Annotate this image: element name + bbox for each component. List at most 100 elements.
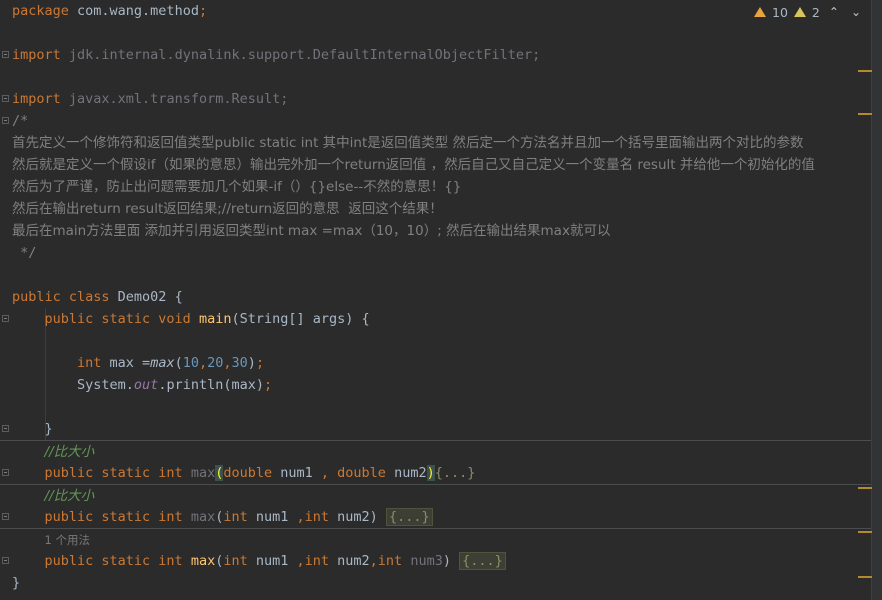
code-token: ; (198, 3, 208, 19)
code-token: public class (12, 289, 118, 305)
code-text: 最后在main方法里面 添加并引用返回类型int max =max（10，10）… (12, 220, 610, 242)
code-line[interactable]: */ (0, 242, 872, 264)
fold-toggle-icon[interactable] (2, 513, 9, 520)
code-token: double (223, 465, 281, 481)
code-text: int max =max(10,20,30); (12, 352, 264, 374)
code-token: num1 (255, 509, 297, 525)
code-line[interactable]: //比大小 (0, 440, 872, 463)
code-line[interactable] (0, 330, 872, 352)
code-line[interactable]: int max =max(10,20,30); (0, 352, 872, 374)
code-line[interactable]: //比大小 (0, 484, 872, 507)
error-stripe-marker[interactable] (858, 531, 872, 533)
code-text: import javax.xml.transform.Result; (12, 88, 288, 110)
next-highlight-chevron-down-icon[interactable]: ⌄ (848, 5, 864, 19)
code-token: num1 (255, 553, 297, 569)
error-stripe-marker[interactable] (858, 487, 872, 489)
code-token: num2 (394, 465, 427, 481)
code-text: 然后为了严谨，防止出问题需要加几个如果-if（）{}else--不然的意思！{} (12, 176, 461, 198)
previous-highlight-chevron-up-icon[interactable]: ⌃ (826, 5, 842, 19)
code-line[interactable]: public class Demo02 { (0, 286, 872, 308)
fold-toggle-icon[interactable] (2, 51, 9, 58)
code-line[interactable]: 然后为了严谨，防止出问题需要加几个如果-if（）{}else--不然的意思！{} (0, 176, 872, 198)
code-token: .println(max) (158, 377, 264, 393)
code-token: } (12, 421, 53, 437)
weak-warning-icon (793, 7, 806, 17)
folded-block[interactable]: {...} (435, 465, 476, 481)
code-token: 30 (231, 355, 248, 371)
fold-toggle-icon[interactable] (2, 315, 9, 322)
code-line[interactable]: package com.wang.method; (0, 0, 872, 22)
code-editor[interactable]: package com.wang.method; import jdk.inter… (0, 0, 872, 600)
code-line[interactable]: 然后就是定义一个假设if（如果的意思）输出完外加一个return返回值 ，然后自… (0, 154, 872, 176)
code-text: 然后在输出return result返回结果;//return返回的意思 返回这… (12, 198, 443, 220)
code-token: max (150, 355, 175, 371)
fold-toggle-icon[interactable] (2, 425, 9, 432)
code-token: 首先定义一个修饰符和返回值类型public static int 其中int是返… (12, 135, 804, 151)
folded-block[interactable]: {...} (459, 552, 506, 570)
code-token: public static void (44, 311, 199, 327)
code-token: , (198, 355, 208, 371)
code-token: 最后在main方法里面 添加并引用返回类型int max =max（10，10）… (12, 223, 611, 239)
code-line[interactable]: public static int max(int num1 ,int num2… (0, 550, 872, 572)
code-token: ; (263, 377, 273, 393)
code-token: num1 (280, 465, 321, 481)
code-line[interactable]: /* (0, 110, 872, 132)
code-token: jdk.internal.dynalink.support.DefaultInt… (68, 47, 541, 63)
code-text: public static void main(String[] args) { (12, 308, 370, 330)
editor-scrollbar[interactable] (871, 0, 882, 600)
code-line[interactable]: 然后在输出return result返回结果;//return返回的意思 返回这… (0, 198, 872, 220)
code-token: ; (255, 355, 265, 371)
code-token: 10 (182, 355, 199, 371)
fold-toggle-icon[interactable] (2, 95, 9, 102)
code-line[interactable]: 1 个用法 (0, 528, 872, 551)
code-token: max (190, 509, 216, 525)
code-line[interactable]: public static int max(int num1 ,int num2… (0, 506, 872, 528)
code-line[interactable]: } (0, 418, 872, 440)
fold-toggle-icon[interactable] (2, 557, 9, 564)
code-token: ) (247, 355, 256, 371)
code-text: 然后就是定义一个假设if（如果的意思）输出完外加一个return返回值 ，然后自… (12, 154, 815, 176)
code-token: ,int (296, 509, 338, 525)
code-line[interactable]: 最后在main方法里面 添加并引用返回类型int max =max（10，10）… (0, 220, 872, 242)
code-line[interactable]: System.out.println(max); (0, 374, 872, 396)
code-token: //比大小 (44, 444, 95, 460)
code-token: System. (12, 377, 134, 393)
code-line[interactable]: public static int max(double num1 , doub… (0, 462, 872, 484)
code-token: , double (320, 465, 395, 481)
code-line[interactable]: 首先定义一个修饰符和返回值类型public static int 其中int是返… (0, 132, 872, 154)
code-token: out (133, 377, 159, 393)
fold-toggle-icon[interactable] (2, 469, 9, 476)
inspection-widget[interactable]: 10 2 ⌃ ⌄ (754, 2, 864, 22)
error-stripe-marker[interactable] (858, 576, 872, 578)
warning-count: 10 (772, 4, 788, 20)
code-token: 1 个用法 (44, 533, 90, 547)
folded-block[interactable]: {...} (385, 508, 433, 526)
code-line[interactable] (0, 66, 872, 88)
code-line[interactable]: } (0, 572, 872, 594)
code-token: num2 (337, 553, 370, 569)
code-token: 然后在输出return result返回结果;//return返回的意思 返回这… (12, 201, 443, 217)
code-line[interactable]: import javax.xml.transform.Result; (0, 88, 872, 110)
code-token: public static int (44, 509, 191, 525)
code-token: int (223, 509, 256, 525)
code-line[interactable]: import jdk.internal.dynalink.support.Def… (0, 44, 872, 66)
code-token: public static int (44, 553, 191, 569)
code-line[interactable] (0, 396, 872, 418)
code-token: (String[] args) { (231, 311, 370, 327)
code-line[interactable] (0, 22, 872, 44)
code-token: public static int (44, 465, 191, 481)
fold-toggle-icon[interactable] (2, 117, 9, 124)
code-token: num2) (337, 509, 386, 525)
error-stripe-marker[interactable] (858, 113, 872, 115)
error-stripe-marker[interactable] (858, 70, 872, 72)
code-line[interactable]: public static void main(String[] args) { (0, 308, 872, 330)
code-line[interactable] (0, 264, 872, 286)
